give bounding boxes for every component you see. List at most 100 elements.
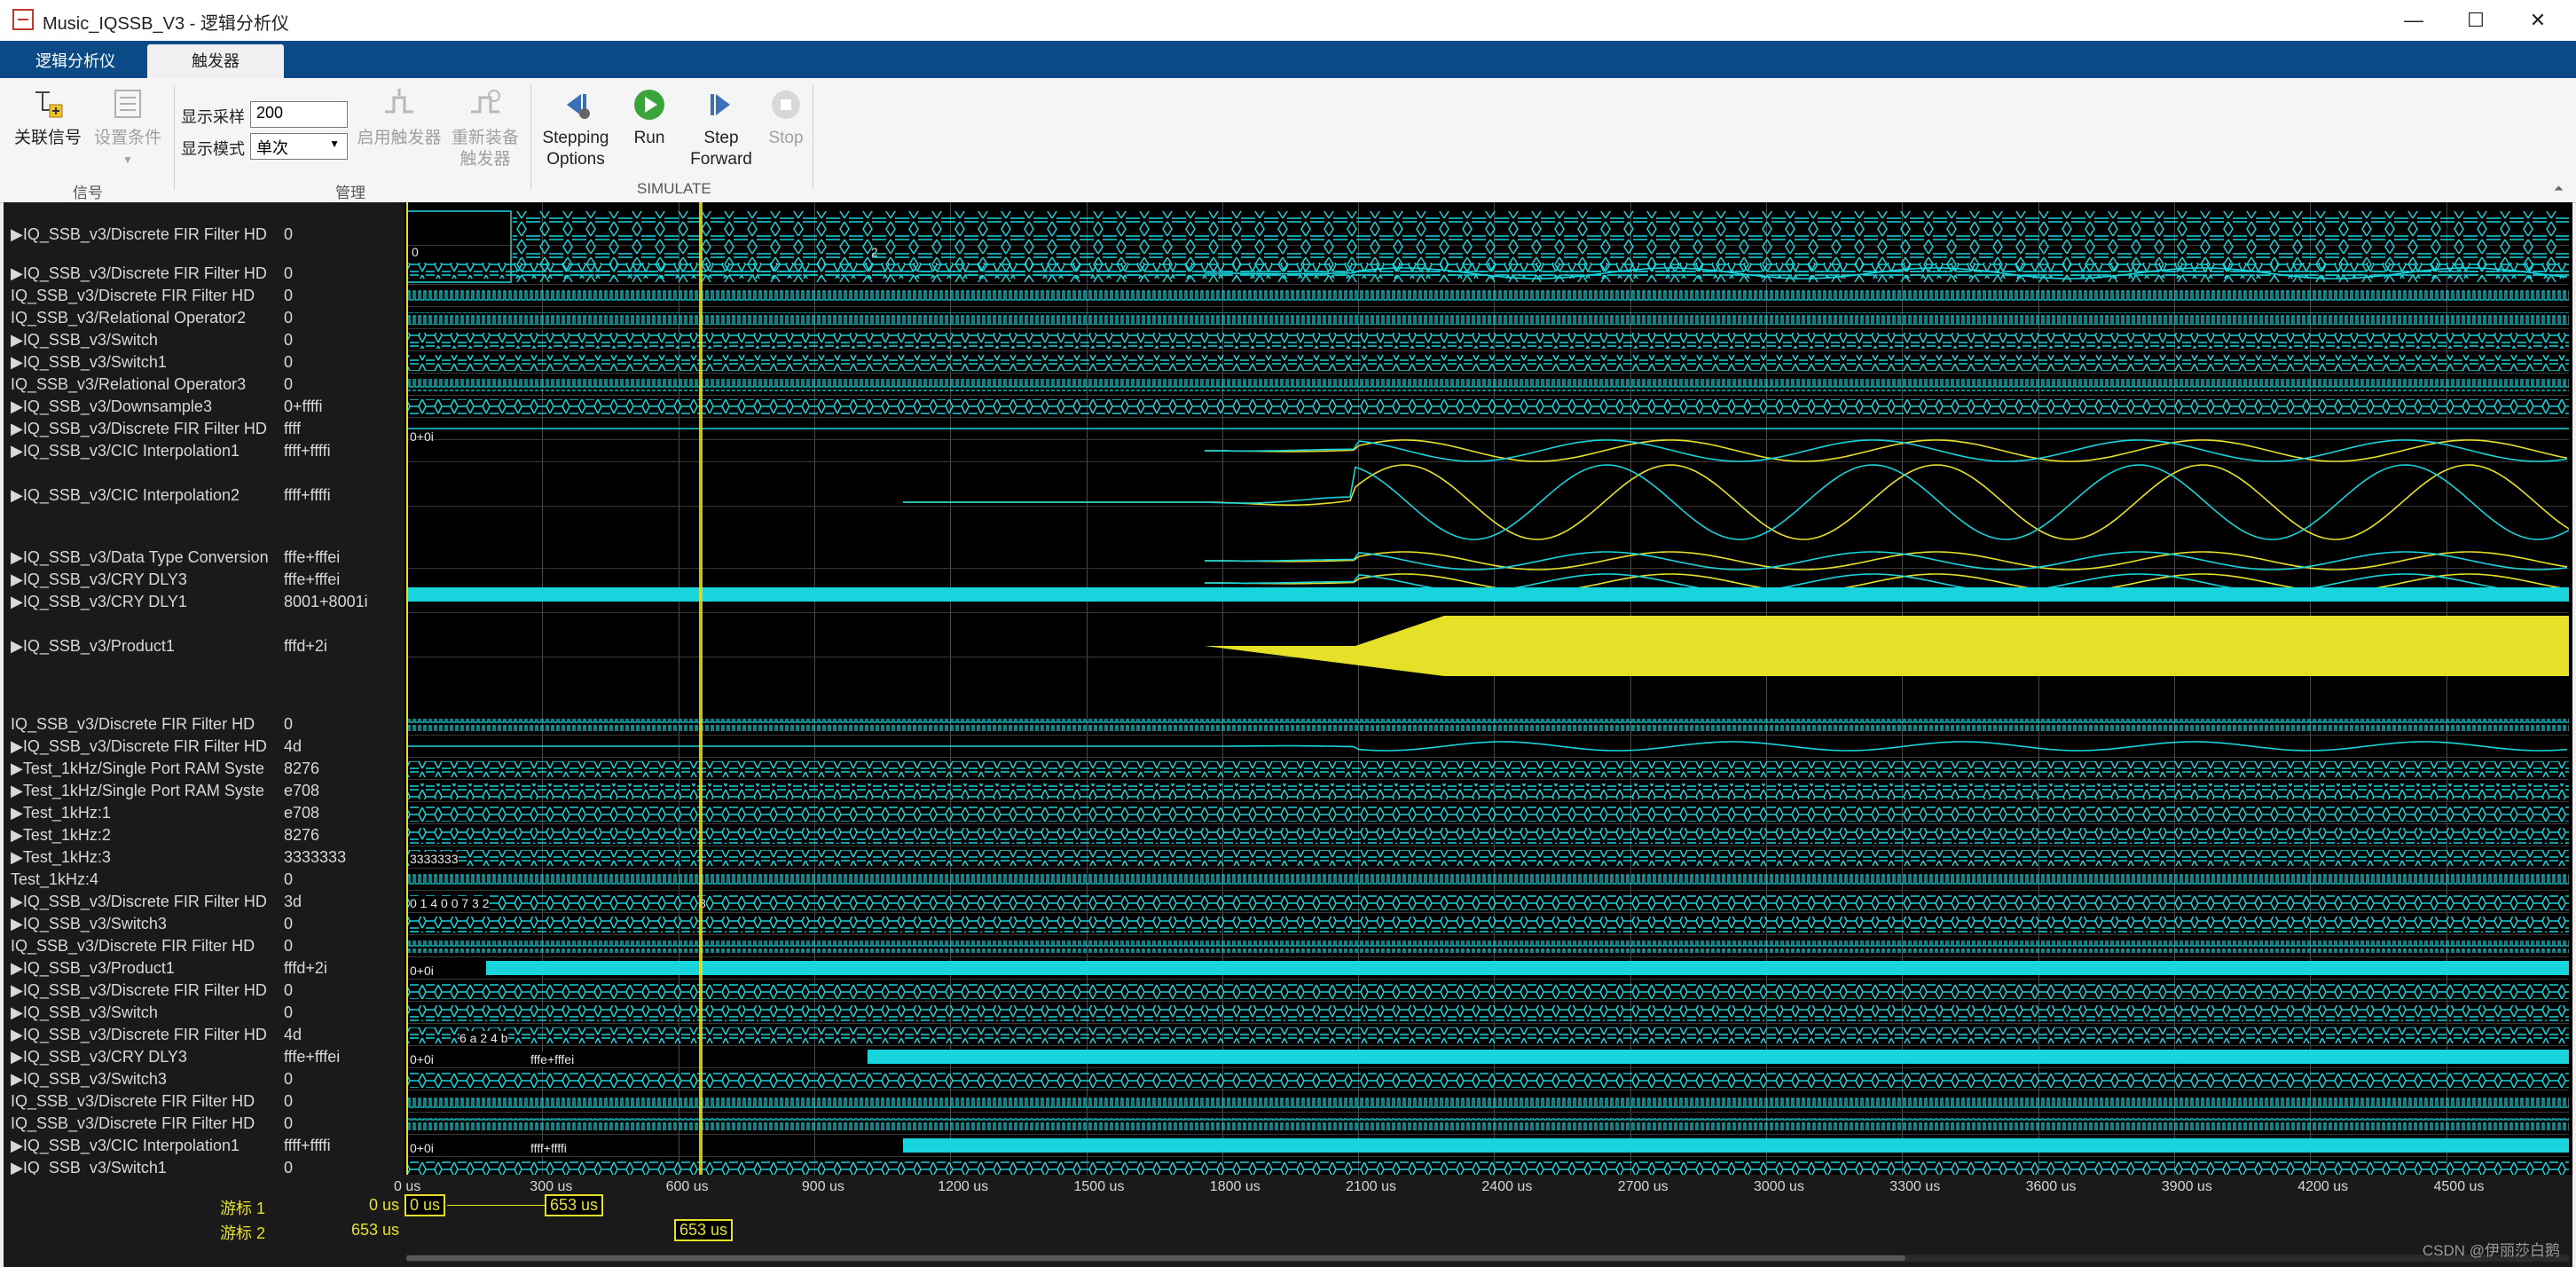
- analog-trace-9b: [1204, 439, 2568, 462]
- associate-signal-label: 关联信号: [13, 129, 82, 147]
- signal-name[interactable]: ▶IQ_SSB_v3/Data Type Conversion: [11, 548, 269, 567]
- signal-name[interactable]: ▶IQ_SSB_v3/CRY DLY3: [11, 1048, 187, 1066]
- signal-name[interactable]: IQ_SSB_v3/Discrete FIR Filter HD: [11, 937, 255, 956]
- close-button[interactable]: ✕: [2507, 0, 2569, 41]
- axis-tick-label: 4200 us: [2297, 1179, 2349, 1194]
- signal-name[interactable]: ▶IQ_SSB_v3/Discrete FIR Filter HD: [11, 225, 267, 244]
- scrollbar-thumb[interactable]: [406, 1255, 1905, 1261]
- signal-name[interactable]: ▶Test_1kHz:1: [11, 804, 111, 822]
- signal-name[interactable]: ▶Test_1kHz:2: [11, 826, 111, 845]
- wave-label: 0+0i: [410, 1141, 434, 1155]
- signal-name[interactable]: IQ_SSB_v3/Discrete FIR Filter HD: [11, 287, 255, 305]
- display-mode-select[interactable]: 单次 ▼: [250, 133, 348, 160]
- signal-name[interactable]: ▶Test_1kHz/Single Port RAM Syste: [11, 759, 264, 778]
- solid-trace-34: [903, 1138, 2569, 1153]
- axis-tick-label: 0 us: [394, 1179, 421, 1194]
- stepping-options-button[interactable]: Stepping Options: [536, 87, 616, 170]
- clock-trace-33: [406, 1118, 2569, 1130]
- cursor-delta-box[interactable]: 653 us: [545, 1194, 604, 1216]
- clock-trace-22: [406, 874, 2569, 886]
- axis-tick-label: 3300 us: [1889, 1179, 1941, 1194]
- associate-signal-button[interactable]: 关联信号: [12, 87, 83, 149]
- signal-name[interactable]: ▶IQ_SSB_v3/CIC Interpolation2: [11, 486, 240, 505]
- signal-value: 0: [284, 264, 294, 282]
- maximize-button[interactable]: ☐: [2445, 0, 2507, 41]
- tab-trigger[interactable]: 触发器: [147, 44, 284, 78]
- signal-names-column: ▶IQ_SSB_v3/Discrete FIR Filter HD ▶IQ_SSB…: [4, 202, 271, 1175]
- signal-name[interactable]: ▶IQ_SSB_v3/Product1: [11, 637, 175, 656]
- analog-trace-16: [406, 741, 2568, 752]
- clock-trace-15: [406, 719, 2569, 731]
- signal-name[interactable]: ▶IQ_SSB_v3/Discrete FIR Filter HD: [11, 981, 267, 1000]
- stop-label: Stop: [768, 129, 804, 147]
- signal-name[interactable]: ▶Test_1kHz:3: [11, 848, 111, 867]
- rearm-trigger-button[interactable]: 重新装备 触发器: [449, 87, 522, 170]
- signal-name[interactable]: IQ_SSB_v3/Relational Operator2: [11, 309, 246, 327]
- bus-trace-17: [406, 761, 2569, 777]
- signal-name[interactable]: IQ_SSB_v3/Discrete FIR Filter HD: [11, 1092, 255, 1111]
- horizontal-scrollbar[interactable]: [406, 1255, 2569, 1262]
- enable-trigger-button[interactable]: 启用触发器: [355, 87, 444, 149]
- axis-tick-label: 3600 us: [2025, 1179, 2077, 1194]
- signal-name[interactable]: ▶IQ_SSB_v3/CIC Interpolation1: [11, 1137, 240, 1155]
- signal-name[interactable]: ▶IQ_SSB_v3/Discrete FIR Filter HD: [11, 893, 267, 911]
- collapse-ribbon-icon[interactable]: ⏶: [2554, 181, 2564, 196]
- run-label: Run: [633, 129, 665, 147]
- signal-name[interactable]: ▶IQ_SSB_v3/CRY DLY3: [11, 571, 187, 589]
- set-condition-button[interactable]: 设置条件 ▼: [90, 87, 165, 170]
- signal-value: fffe+fffei: [284, 571, 341, 588]
- stop-button[interactable]: Stop: [761, 87, 811, 149]
- clock-trace-3: [406, 312, 2569, 325]
- signal-name[interactable]: IQ_SSB_v3/Discrete FIR Filter HD: [11, 1114, 255, 1133]
- signal-name[interactable]: ▶IQ_SSB_v3/Discrete FIR Filter HD: [11, 420, 267, 438]
- signal-value: e708: [284, 804, 320, 822]
- signal-value: 3d: [284, 893, 302, 910]
- signal-name[interactable]: IQ_SSB_v3/Discrete FIR Filter HD: [11, 715, 255, 734]
- cursor-2-box[interactable]: 653 us: [674, 1219, 734, 1241]
- signal-name[interactable]: ▶IQ_SSB_v3/CRY DLY1: [11, 593, 187, 611]
- signal-name[interactable]: ▶IQ_SSB_v3/Product1: [11, 959, 175, 978]
- waveform-canvas[interactable]: 0 2 0+0i 3333333 0 1 4 0 0 7 3 2 8 0+0i …: [406, 202, 2569, 1179]
- display-samples-input[interactable]: 200: [250, 101, 348, 128]
- cursor-1-line[interactable]: [406, 202, 408, 1175]
- cursor-2-line[interactable]: [699, 202, 703, 1175]
- signal-value: 0: [284, 375, 294, 393]
- minimize-button[interactable]: —: [2383, 0, 2445, 41]
- signal-value: 8001+8001i: [284, 593, 368, 610]
- signal-name[interactable]: ▶IQ_SSB_v3/Discrete FIR Filter HD: [11, 264, 267, 283]
- run-button[interactable]: Run: [621, 87, 678, 149]
- signal-name[interactable]: ▶IQ_SSB_v3/Switch1: [11, 1159, 167, 1175]
- chevron-down-icon: ▼: [122, 153, 133, 166]
- rearm-trigger-icon: [467, 87, 503, 122]
- signal-value: 0: [284, 915, 294, 933]
- wave-label: 6 a 2 4 b: [459, 1031, 508, 1045]
- signal-name[interactable]: ▶IQ_SSB_v3/Switch1: [11, 353, 167, 372]
- signal-value: ffff+ffffi: [284, 1137, 331, 1154]
- signal-value: fffd+2i: [284, 637, 327, 655]
- signal-name[interactable]: ▶IQ_SSB_v3/Switch: [11, 331, 158, 350]
- cursor-2-value: 653 us: [351, 1221, 400, 1239]
- signal-values-column: 0 0 0 0 0 0 0 0+ffffi ffff ffff+ffffi ffff+ffffi ff…: [271, 202, 404, 1175]
- rearm-trigger-label-2: 触发器: [459, 150, 511, 169]
- signal-name[interactable]: ▶IQ_SSB_v3/Downsample3: [11, 397, 212, 416]
- signal-value: 0: [284, 1003, 294, 1021]
- signal-value: 0: [284, 870, 294, 888]
- wave-label: 0+0i: [410, 964, 434, 978]
- signal-name[interactable]: Test_1kHz:4: [11, 870, 98, 889]
- signal-name[interactable]: ▶IQ_SSB_v3/CIC Interpolation1: [11, 442, 240, 460]
- signal-name[interactable]: IQ_SSB_v3/Relational Operator3: [11, 375, 246, 394]
- cursor-1-box[interactable]: 0 us: [404, 1194, 446, 1216]
- wave-label: 0+0i: [410, 1052, 434, 1066]
- axis-tick-label: 3000 us: [1754, 1179, 1804, 1194]
- signal-name[interactable]: ▶Test_1kHz/Single Port RAM Syste: [11, 782, 264, 800]
- signal-name[interactable]: ▶IQ_SSB_v3/Discrete FIR Filter HD: [11, 737, 267, 756]
- signal-name[interactable]: ▶IQ_SSB_v3/Switch3: [11, 1070, 167, 1089]
- group-manage-label: 管理: [335, 185, 365, 201]
- signal-name[interactable]: ▶IQ_SSB_v3/Switch: [11, 1003, 158, 1022]
- signal-value: 0: [284, 331, 294, 349]
- bus-trace-31: [406, 1072, 2569, 1088]
- tab-logic-analyzer[interactable]: 逻辑分析仪: [9, 44, 142, 78]
- signal-name[interactable]: ▶IQ_SSB_v3/Discrete FIR Filter HD: [11, 1026, 267, 1044]
- step-forward-button[interactable]: Step Forward: [683, 87, 759, 170]
- signal-name[interactable]: ▶IQ_SSB_v3/Switch3: [11, 915, 167, 933]
